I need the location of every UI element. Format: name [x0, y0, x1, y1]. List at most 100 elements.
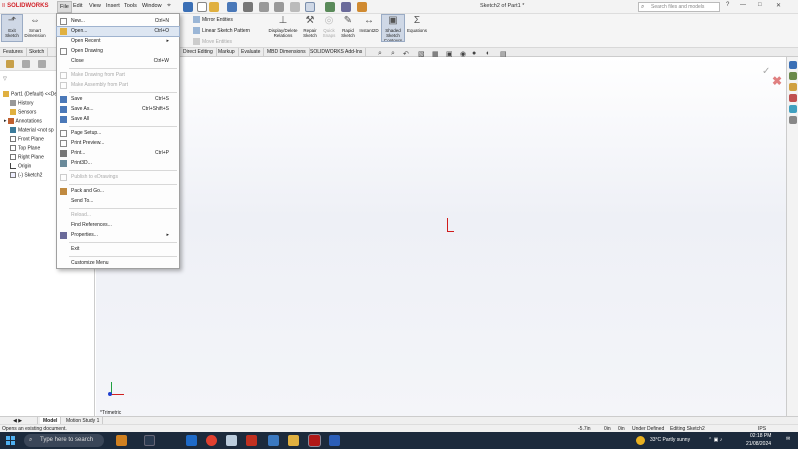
hide-show-icon[interactable]: ◉	[460, 50, 466, 58]
pdf-icon[interactable]	[246, 435, 257, 446]
configuration-manager-icon[interactable]	[38, 60, 46, 68]
menu-item-send-to[interactable]: Send To...	[57, 197, 179, 206]
tree-item-top-plane[interactable]: Top Plane	[10, 145, 40, 151]
notifications-icon[interactable]: ✉	[786, 436, 790, 442]
tab-markup[interactable]: Markup	[215, 48, 239, 57]
undo-icon[interactable]	[259, 2, 269, 12]
save-icon[interactable]	[227, 2, 237, 12]
weather-icon[interactable]	[636, 436, 645, 445]
graphics-area[interactable]	[96, 57, 786, 416]
appearance-icon[interactable]: ●	[472, 50, 476, 57]
options-icon[interactable]	[357, 2, 367, 12]
filter-icon[interactable]: ▽	[3, 76, 7, 82]
select-icon[interactable]	[290, 2, 300, 12]
app-icon[interactable]	[226, 435, 237, 446]
menu-item-save-as[interactable]: Save As... Ctrl+Shift+S	[57, 105, 179, 114]
equations-button[interactable]: Σ Equations	[405, 15, 429, 33]
menu-item-print[interactable]: Print... Ctrl+P	[57, 149, 179, 158]
cancel-sketch-icon[interactable]: ✖	[772, 74, 782, 88]
menu-item-find-references[interactable]: Find References...	[57, 221, 179, 230]
menu-item-exit[interactable]: Exit	[57, 245, 179, 254]
close-window-icon[interactable]: ✕	[776, 2, 781, 9]
menu-item-make-assembly[interactable]: Make Assembly from Part	[57, 81, 179, 90]
display-relations-button[interactable]: ⊥ Display/Delete Relations	[266, 15, 300, 38]
restore-icon[interactable]: □	[758, 2, 762, 8]
file-explorer-icon[interactable]	[789, 83, 797, 91]
tree-item-sensors[interactable]: Sensors	[10, 109, 36, 115]
move-entities-button[interactable]: Move Entities	[193, 38, 232, 45]
file-explorer-icon[interactable]	[288, 435, 299, 446]
menu-tools[interactable]: Tools	[124, 3, 137, 9]
tab-features[interactable]: Features	[0, 48, 27, 57]
menu-item-open[interactable]: Open... Ctrl+O	[56, 26, 180, 37]
view-palette-icon[interactable]	[789, 94, 797, 102]
view-orientation-icon[interactable]: ▦	[432, 50, 439, 58]
menu-item-new[interactable]: New... Ctrl+N	[57, 17, 179, 26]
cursor-icon[interactable]	[305, 2, 315, 12]
menu-item-make-drawing[interactable]: Make Drawing from Part	[57, 71, 179, 80]
shaded-contours-button[interactable]: ▣ Shaded Sketch Contours	[381, 14, 405, 43]
tab-solidworks-addins[interactable]: SOLIDWORKS Add-Ins	[307, 48, 367, 57]
taskbar-app-icon[interactable]	[116, 435, 127, 446]
taskbar-search-input[interactable]: ⌕ Type here to search	[24, 434, 104, 447]
tree-item-annotations[interactable]: ▸ Annotations	[4, 118, 42, 124]
zoom-to-fit-icon[interactable]: ⌕	[378, 50, 382, 58]
menu-item-customize[interactable]: Customize Menu	[57, 259, 179, 268]
appearances-icon[interactable]	[789, 105, 797, 113]
weather-text[interactable]: 33°C Partly sunny	[650, 437, 690, 443]
view-settings-icon[interactable]: ▤	[500, 50, 507, 58]
menu-file[interactable]: File	[57, 1, 72, 13]
confirm-sketch-icon[interactable]: ✓	[762, 66, 770, 77]
new-document-icon[interactable]	[197, 2, 207, 12]
menu-item-open-drawing[interactable]: Open Drawing	[57, 47, 179, 56]
pin-icon[interactable]: ⌖	[167, 2, 171, 10]
redo-icon[interactable]	[274, 2, 284, 12]
menu-item-print-preview[interactable]: Print Preview...	[57, 139, 179, 148]
clock-date[interactable]: 21/08/2024	[746, 441, 771, 447]
word-icon[interactable]	[329, 435, 340, 446]
quick-snaps-button[interactable]: ◎ Quick Snaps	[320, 15, 338, 38]
chrome-icon[interactable]	[206, 435, 217, 446]
tab-direct-editing[interactable]: Direct Editing	[180, 48, 217, 57]
rapid-sketch-button[interactable]: ✎ Rapid Sketch	[339, 15, 357, 38]
scene-icon[interactable]: ◐	[486, 50, 490, 57]
solidworks-resources-icon[interactable]	[789, 61, 797, 69]
tree-item-history[interactable]: History	[10, 100, 34, 106]
expand-arrow-icon[interactable]: ▸	[4, 118, 7, 124]
solidworks-taskbar-icon[interactable]	[308, 434, 321, 447]
mirror-entities-button[interactable]: Mirror Entities	[193, 16, 233, 23]
menu-item-page-setup[interactable]: Page Setup...	[57, 129, 179, 138]
menu-item-pack-and-go[interactable]: Pack and Go...	[57, 187, 179, 196]
clock-time[interactable]: 02:18 PM	[750, 433, 771, 439]
menu-item-reload[interactable]: Reload...	[57, 211, 179, 220]
menu-item-publish-edrawings[interactable]: Publish to eDrawings	[57, 173, 179, 182]
feature-tree-icon[interactable]	[6, 60, 14, 68]
menu-insert[interactable]: Insert	[106, 3, 120, 9]
open-folder-icon[interactable]	[209, 2, 219, 12]
display-style-icon[interactable]: ▣	[446, 50, 453, 58]
tray-icons[interactable]: ⌃ ▣ ♪	[708, 437, 722, 443]
exit-sketch-button[interactable]: ⬏ Exit Sketch	[1, 14, 23, 42]
help-icon[interactable]: ?	[726, 2, 729, 8]
minimize-icon[interactable]: —	[740, 2, 746, 8]
linear-pattern-button[interactable]: Linear Sketch Pattern	[193, 27, 250, 34]
tab-evaluate[interactable]: Evaluate	[238, 48, 265, 57]
menu-item-open-recent[interactable]: Open Recent ▸	[57, 37, 179, 46]
rebuild-icon[interactable]	[325, 2, 335, 12]
menu-item-save-all[interactable]: Save All	[57, 115, 179, 124]
menu-item-close[interactable]: Close Ctrl+W	[57, 57, 179, 66]
menu-item-properties[interactable]: Properties... ▸	[57, 231, 179, 240]
repair-sketch-button[interactable]: ⚒ Repair Sketch	[301, 15, 319, 38]
home-icon[interactable]	[183, 2, 193, 12]
menu-edit[interactable]: Edit	[73, 3, 82, 9]
outlook-icon[interactable]	[186, 435, 197, 446]
tree-item-sketch2[interactable]: (-) Sketch2	[10, 172, 42, 178]
tab-sketch[interactable]: Sketch	[26, 48, 49, 57]
menu-item-print3d[interactable]: Print3D...	[57, 159, 179, 168]
design-library-icon[interactable]	[789, 72, 797, 80]
solidworks-logo[interactable]: ∶∶ SOLIDWORKS	[2, 2, 48, 9]
tree-item-material[interactable]: Material <not sp	[10, 127, 54, 133]
tree-item-right-plane[interactable]: Right Plane	[10, 154, 44, 160]
zoom-area-icon[interactable]: ⌕	[391, 50, 395, 58]
custom-properties-icon[interactable]	[789, 116, 797, 124]
